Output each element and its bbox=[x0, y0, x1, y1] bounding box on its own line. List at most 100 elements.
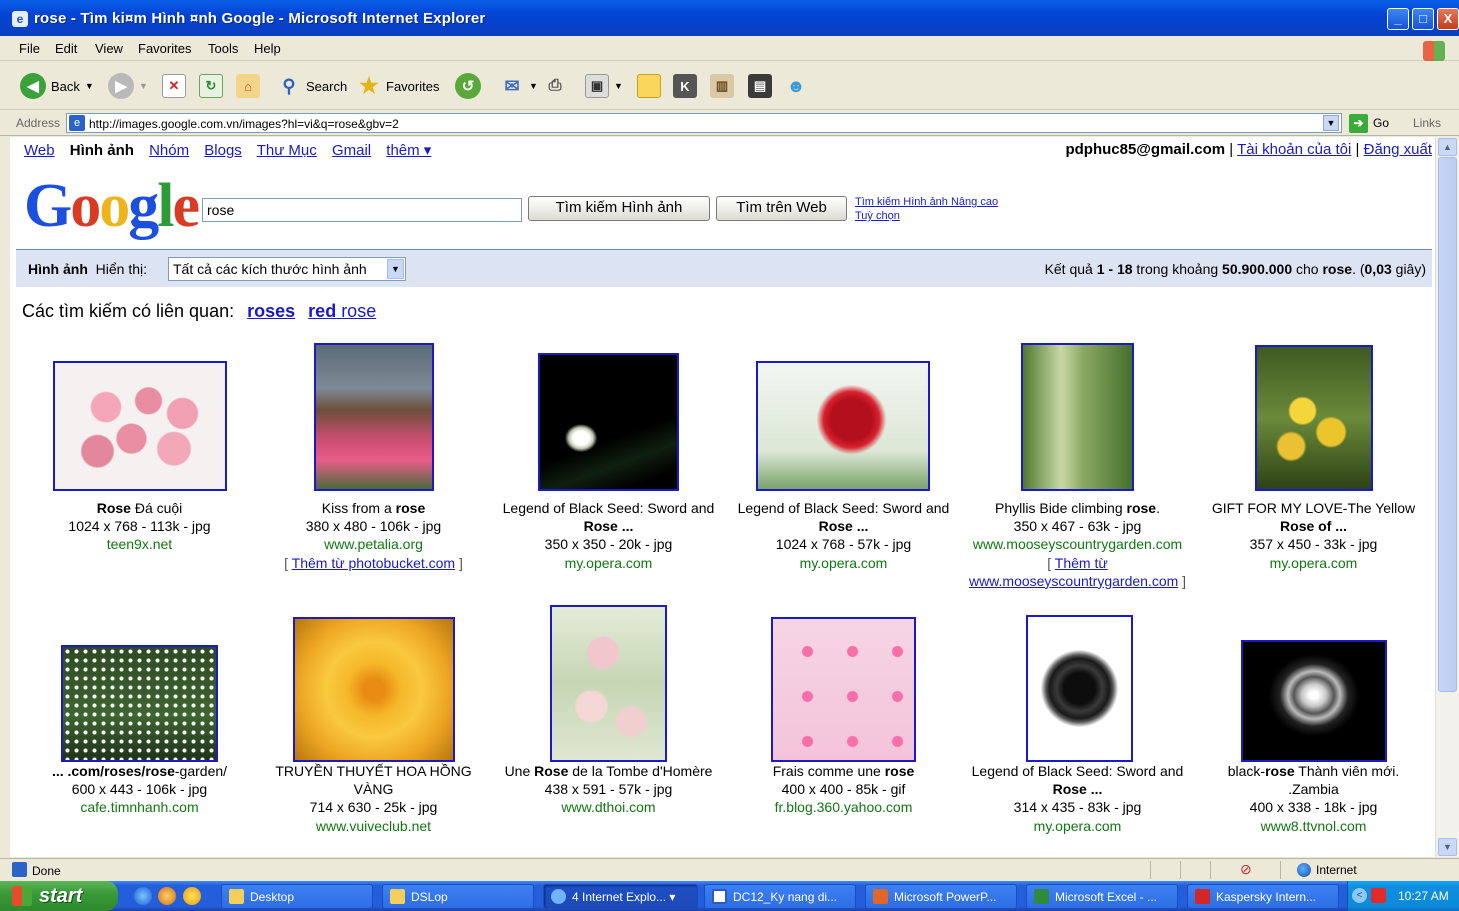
system-tray: < 10:27 AM bbox=[1347, 881, 1459, 911]
result-meta: 357 x 450 - 33k - jpg bbox=[1249, 536, 1378, 553]
media-button[interactable]: ▤ bbox=[748, 72, 772, 100]
history-button[interactable]: ↺ bbox=[455, 72, 481, 100]
firefox-quicklaunch-icon[interactable] bbox=[158, 887, 176, 905]
links-button[interactable]: Links bbox=[1413, 116, 1441, 130]
task-excel[interactable]: Microsoft Excel - ... bbox=[1026, 884, 1178, 909]
minimize-button[interactable]: _ bbox=[1387, 8, 1409, 30]
forward-button[interactable]: ▶ ▼ bbox=[108, 72, 148, 100]
search-web-button[interactable]: Tìm trên Web bbox=[716, 196, 847, 221]
result-thumbnail[interactable] bbox=[293, 617, 455, 762]
related-red-rose-link[interactable]: red rose bbox=[308, 301, 376, 321]
mail-button[interactable]: ✉ ▼ bbox=[500, 72, 538, 100]
address-input[interactable]: e http://images.google.com.vn/images?hl=… bbox=[66, 113, 1342, 133]
back-button[interactable]: ◀ Back ▼ bbox=[20, 72, 94, 100]
task-internet-explorer[interactable]: 4 Internet Explo... ▾ bbox=[543, 884, 698, 909]
word-icon bbox=[712, 889, 727, 904]
address-label: Address bbox=[16, 116, 61, 130]
task-label: 4 Internet Explo... ▾ bbox=[572, 889, 676, 904]
logout-link[interactable]: Đăng xuất bbox=[1364, 141, 1432, 158]
nav-web[interactable]: Web bbox=[24, 142, 55, 159]
task-kaspersky[interactable]: Kaspersky Intern... bbox=[1187, 884, 1339, 909]
home-button[interactable]: ⌂ bbox=[236, 72, 260, 100]
start-button[interactable]: start bbox=[0, 881, 118, 911]
result-thumbnail[interactable] bbox=[1241, 640, 1387, 762]
mail-dropdown-icon[interactable]: ▼ bbox=[529, 81, 538, 91]
image-size-select[interactable]: Tất cả các kích thước hình ảnh ▼ bbox=[168, 257, 406, 281]
task-desktop[interactable]: Desktop bbox=[221, 884, 373, 909]
menu-file[interactable]: File bbox=[19, 41, 40, 56]
task-label: Microsoft PowerP... bbox=[894, 889, 997, 904]
account-link[interactable]: Tài khoản của tôi bbox=[1237, 141, 1351, 158]
menu-favorites[interactable]: Favorites bbox=[138, 41, 191, 56]
more-from: www.mooseyscountrygarden.com ] bbox=[968, 572, 1187, 589]
forward-dropdown-icon[interactable]: ▼ bbox=[139, 81, 148, 91]
edit-button[interactable]: ▣ ▼ bbox=[585, 72, 623, 100]
k-button[interactable]: K bbox=[673, 72, 697, 100]
go-button[interactable]: ➔ Go bbox=[1349, 113, 1389, 133]
result-thumbnail[interactable] bbox=[1255, 345, 1373, 491]
advanced-search-link[interactable]: Tìm kiếm Hình ảnh Nâng cao bbox=[855, 195, 998, 209]
result-thumbnail[interactable] bbox=[538, 353, 679, 491]
logo-letter: o bbox=[99, 172, 130, 240]
menu-tools[interactable]: Tools bbox=[208, 41, 238, 56]
nav-directory[interactable]: Thư Mục bbox=[257, 142, 317, 159]
menu-edit[interactable]: Edit bbox=[55, 41, 77, 56]
search-images-button[interactable]: Tìm kiếm Hình ảnh bbox=[528, 196, 710, 221]
related-roses-link[interactable]: roses bbox=[247, 301, 295, 321]
preferences-link[interactable]: Tuỳ chọn bbox=[855, 209, 998, 223]
research-button[interactable]: ▥ bbox=[710, 72, 734, 100]
result-caption: Legend of Black Seed: Sword and Rose ...… bbox=[726, 499, 961, 572]
favorites-button[interactable]: ★ Favorites bbox=[357, 72, 439, 100]
result-thumbnail[interactable] bbox=[771, 617, 916, 762]
printer-icon: ⎙ bbox=[548, 77, 562, 94]
address-dropdown-icon[interactable]: ▼ bbox=[1323, 115, 1339, 131]
result-thumbnail[interactable] bbox=[550, 605, 667, 762]
menu-view[interactable]: View bbox=[95, 41, 123, 56]
print-button[interactable]: ⎙ bbox=[543, 72, 567, 100]
task-word[interactable]: DC12_Ky nang di... bbox=[704, 884, 856, 909]
scroll-down-icon[interactable]: ▼ bbox=[1438, 838, 1457, 856]
notes-button[interactable] bbox=[637, 72, 661, 100]
result-thumbnail[interactable] bbox=[1021, 343, 1134, 491]
related-searches: Các tìm kiếm có liên quan: roses red ros… bbox=[22, 301, 376, 322]
vertical-scrollbar[interactable]: ▲ ▼ bbox=[1435, 137, 1459, 857]
result-thumbnail[interactable] bbox=[756, 361, 930, 491]
more-from-link[interactable]: www.mooseyscountrygarden.com bbox=[969, 573, 1178, 589]
refresh-button[interactable]: ↻ bbox=[199, 72, 223, 100]
more-from-link[interactable]: Thêm từ photobucket.com bbox=[292, 555, 455, 571]
result-thumbnail[interactable] bbox=[314, 343, 434, 491]
more-from-link[interactable]: Thêm từ bbox=[1055, 555, 1108, 571]
search-input[interactable]: rose bbox=[202, 198, 522, 222]
kaspersky-tray-icon[interactable] bbox=[1371, 888, 1386, 903]
result-site: my.opera.com bbox=[1269, 554, 1358, 571]
task-powerpoint[interactable]: Microsoft PowerP... bbox=[865, 884, 1017, 909]
nav-gmail[interactable]: Gmail bbox=[332, 142, 371, 159]
messenger-quicklaunch-icon[interactable] bbox=[183, 887, 201, 905]
edit-dropdown-icon[interactable]: ▼ bbox=[614, 81, 623, 91]
close-button[interactable]: X bbox=[1437, 8, 1459, 30]
result-thumbnail[interactable] bbox=[61, 645, 218, 762]
nav-blogs[interactable]: Blogs bbox=[204, 142, 242, 159]
result-meta: 350 x 467 - 63k - jpg bbox=[1013, 518, 1142, 535]
nav-more[interactable]: thêm ▾ bbox=[386, 142, 431, 159]
globe-icon bbox=[1297, 863, 1311, 877]
popup-blocker-icon[interactable]: ⊘ bbox=[1240, 861, 1252, 878]
stop-icon: ✕ bbox=[162, 74, 186, 98]
stop-button[interactable]: ✕ bbox=[162, 72, 186, 100]
task-dslop[interactable]: DSLop bbox=[382, 884, 534, 909]
result-thumbnail[interactable] bbox=[1026, 615, 1133, 762]
menu-help[interactable]: Help bbox=[254, 41, 281, 56]
tray-expand-icon[interactable]: < bbox=[1352, 888, 1367, 903]
scroll-thumb[interactable] bbox=[1438, 157, 1457, 692]
google-logo[interactable]: Google bbox=[24, 172, 200, 240]
result-thumbnail[interactable] bbox=[53, 361, 227, 491]
search-button[interactable]: ⚲ Search bbox=[277, 72, 347, 100]
maximize-button[interactable]: □ bbox=[1412, 8, 1434, 30]
back-dropdown-icon[interactable]: ▼ bbox=[85, 81, 94, 91]
ie-quicklaunch-icon[interactable] bbox=[134, 887, 152, 905]
messenger-button[interactable]: ☻ bbox=[784, 72, 808, 100]
title-bar[interactable]: e rose - Tìm ki¤m Hình ¤nh Google - Micr… bbox=[0, 0, 1459, 36]
nav-groups[interactable]: Nhóm bbox=[149, 142, 189, 159]
scroll-up-icon[interactable]: ▲ bbox=[1438, 138, 1457, 156]
clock[interactable]: 10:27 AM bbox=[1398, 889, 1449, 903]
